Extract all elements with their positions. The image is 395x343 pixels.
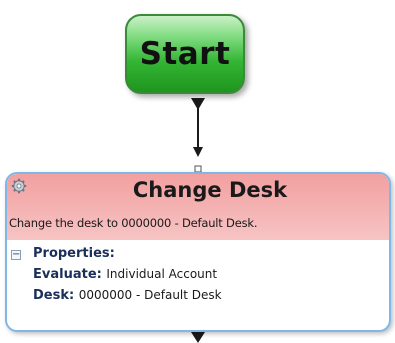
property-key: Evaluate: — [33, 267, 107, 282]
change-desk-activity[interactable]: Change Desk Change the desk to 0000000 -… — [5, 172, 391, 332]
activity-header: Change Desk Change the desk to 0000000 -… — [7, 174, 389, 240]
property-evaluate: Evaluate: Individual Account — [33, 267, 217, 282]
start-output-arrow — [191, 98, 205, 110]
collapse-icon[interactable]: − — [11, 250, 21, 260]
property-key: Desk: — [33, 288, 79, 303]
property-value: Individual Account — [106, 267, 218, 281]
properties-heading: Properties: — [33, 246, 115, 261]
activity-output-arrow — [191, 332, 205, 343]
start-node[interactable]: Start — [125, 14, 245, 94]
property-desk: Desk: 0000000 - Default Desk — [33, 288, 222, 303]
activity-description: Change the desk to 0000000 - Default Des… — [9, 216, 258, 230]
property-value: 0000000 - Default Desk — [78, 288, 222, 302]
activity-title: Change Desk — [132, 178, 288, 202]
connector-arrowhead — [193, 147, 203, 157]
start-label: Start — [139, 36, 231, 72]
